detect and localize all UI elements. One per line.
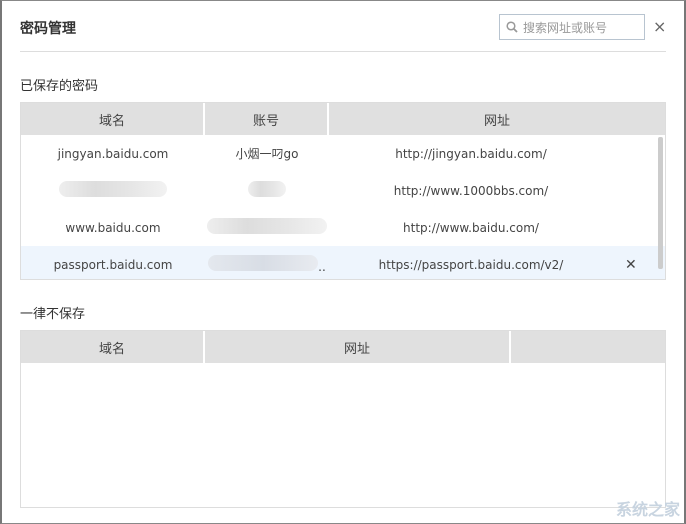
search-placeholder: 搜索网址或账号: [523, 20, 608, 35]
saved-passwords-label: 已保存的密码: [20, 79, 99, 94]
row-url: http://jingyan.baidu.com/: [395, 146, 547, 161]
scrollbar[interactable]: [658, 137, 663, 269]
row-domain: www.baidu.com: [65, 220, 161, 235]
blurred-account: [207, 218, 327, 234]
dialog-title: 密码管理: [20, 21, 76, 37]
header-account: 账号: [205, 103, 329, 135]
close-button[interactable]: ×: [653, 17, 666, 36]
saved-passwords-table: 域名 账号 网址 jingyan.baidu.com 小烟一叼go http:/…: [20, 102, 666, 280]
table-row[interactable]: http://www.1000bbs.com/: [21, 172, 665, 209]
never-save-table: 域名 网址: [20, 330, 666, 508]
table-row[interactable]: jingyan.baidu.com 小烟一叼go http://jingyan.…: [21, 135, 665, 172]
search-icon: [506, 21, 518, 33]
delete-icon[interactable]: ✕: [625, 257, 637, 273]
table-header: 域名 账号 网址: [21, 103, 665, 135]
row-url: https://passport.baidu.com/v2/: [378, 257, 564, 272]
table-row-selected[interactable]: passport.baidu.com .. https://passport.b…: [21, 246, 665, 279]
row-url: http://www.1000bbs.com/: [393, 183, 549, 198]
row-url: http://www.baidu.com/: [403, 220, 539, 235]
header-domain: 域名: [21, 331, 205, 363]
blurred-account: [248, 181, 286, 197]
header-url: 网址: [205, 331, 511, 363]
never-save-label: 一律不保存: [20, 307, 86, 322]
divider: [20, 51, 666, 52]
search-input[interactable]: 搜索网址或账号: [499, 14, 645, 40]
header-domain: 域名: [21, 103, 205, 135]
blurred-account: [208, 255, 319, 271]
header-url: 网址: [483, 113, 510, 129]
table-row[interactable]: www.baidu.com http://www.baidu.com/: [21, 209, 665, 246]
blurred-domain: [59, 181, 167, 197]
row-account: 小烟一叼go: [235, 147, 299, 161]
table-header: 域名 网址: [21, 331, 665, 363]
row-domain: passport.baidu.com: [53, 257, 173, 272]
watermark-logo: 系统之家: [615, 500, 680, 519]
header-spacer: [511, 331, 665, 363]
row-account-ellipsis: ..: [318, 260, 326, 274]
row-domain: jingyan.baidu.com: [57, 146, 169, 161]
